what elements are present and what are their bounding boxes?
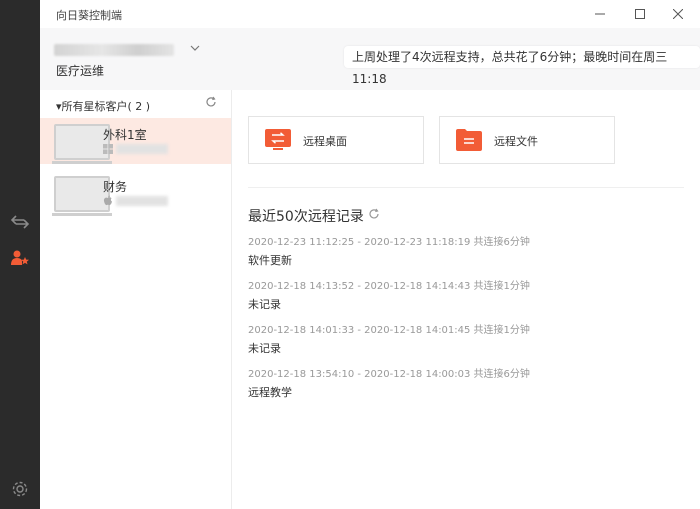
maximize-button[interactable]: [626, 4, 654, 24]
computer-icon: [52, 176, 112, 216]
device-list-panel: ▾所有星标客户( 2 ) 外科1室 财务: [40, 90, 232, 509]
refresh-records-icon[interactable]: [368, 208, 380, 224]
device-name: 外科1室: [103, 128, 147, 142]
record-time: 2020-12-18 14:13:52 - 2020-12-18 14:14:4…: [248, 281, 530, 292]
record-time: 2020-12-18 14:01:33 - 2020-12-18 14:01:4…: [248, 325, 530, 336]
chevron-down-icon[interactable]: [190, 42, 200, 56]
record-item: 2020-12-18 14:13:52 - 2020-12-18 14:14:4…: [248, 280, 530, 312]
record-desc: 未记录: [248, 342, 281, 355]
record-desc: 软件更新: [248, 254, 292, 267]
record-item: 2020-12-18 14:01:33 - 2020-12-18 14:01:4…: [248, 324, 530, 356]
computer-icon: [52, 124, 112, 164]
device-item[interactable]: 外科1室: [40, 118, 231, 164]
app-title: 向日葵控制端: [56, 9, 122, 22]
remote-desktop-label: 远程桌面: [303, 135, 347, 148]
records-title-text: 最近50次远程记录: [248, 209, 364, 225]
title-bar: 向日葵控制端: [40, 0, 700, 28]
device-name: 财务: [103, 180, 128, 194]
record-item: 2020-12-18 13:54:10 - 2020-12-18 14:00:0…: [248, 368, 530, 400]
divider: [248, 187, 684, 188]
account-header: 医疗运维 上周处理了4次远程支持，总共花了6分钟；最晚时间在周三 11:18: [40, 28, 700, 90]
settings-gear-icon[interactable]: [8, 477, 32, 501]
record-desc: 未记录: [248, 298, 281, 311]
folder-icon: [456, 129, 482, 154]
refresh-icon[interactable]: [205, 96, 217, 111]
close-button[interactable]: [664, 4, 692, 24]
weekly-summary-bubble: 上周处理了4次远程支持，总共花了6分钟；最晚时间在周三 11:18: [344, 46, 700, 86]
starred-contacts-icon[interactable]: [8, 246, 32, 270]
record-item: 2020-12-23 11:12:25 - 2020-12-23 11:18:1…: [248, 236, 530, 268]
record-desc: 远程教学: [248, 386, 292, 399]
remote-desktop-button[interactable]: 远程桌面: [248, 116, 424, 164]
device-item[interactable]: 财务: [40, 170, 231, 216]
windows-icon: [103, 143, 113, 157]
remote-files-label: 远程文件: [494, 135, 538, 148]
main-panel: 远程桌面 远程文件 最近50次远程记录 2020-12-23 11:12:25 …: [232, 90, 700, 509]
remote-connect-icon[interactable]: [8, 210, 32, 234]
device-id-blurred: [116, 144, 168, 154]
record-time: 2020-12-18 13:54:10 - 2020-12-18 14:00:0…: [248, 369, 530, 380]
nav-rail: [0, 0, 40, 509]
starred-group-header[interactable]: ▾所有星标客户( 2 ): [56, 98, 150, 114]
account-name: 医疗运维: [56, 64, 105, 78]
remote-desktop-icon: [265, 129, 291, 154]
account-id-blurred: [54, 44, 174, 56]
apple-icon: [103, 195, 113, 209]
minimize-button[interactable]: [586, 4, 614, 24]
device-id-blurred: [116, 196, 168, 206]
records-title: 最近50次远程记录: [248, 206, 380, 226]
record-time: 2020-12-23 11:12:25 - 2020-12-23 11:18:1…: [248, 237, 530, 248]
remote-files-button[interactable]: 远程文件: [439, 116, 615, 164]
